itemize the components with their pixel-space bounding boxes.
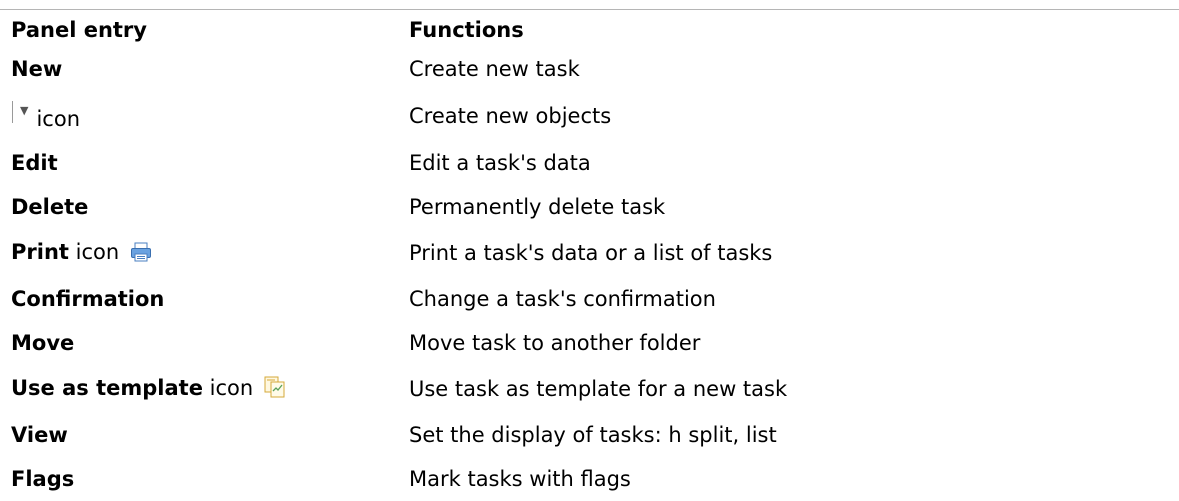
- entry-suffix: icon: [75, 239, 120, 264]
- entry-function: Use task as template for a new task: [409, 377, 788, 401]
- entry-name-cell: ▼ icon: [11, 91, 409, 141]
- entry-function: Mark tasks with flags: [409, 467, 631, 491]
- entry-name-cell: Use as template icon: [11, 365, 409, 413]
- entry-name: Delete: [11, 195, 89, 219]
- panel-entries-table: Panel entry Functions New Create new tas…: [11, 12, 1169, 501]
- header-panel-entry: Panel entry: [11, 18, 147, 42]
- entry-suffix: icon: [36, 107, 81, 131]
- entry-function: Set the display of tasks: h split, list: [409, 423, 777, 447]
- header-functions: Functions: [409, 18, 524, 42]
- table-row: Delete Permanently delete task: [11, 185, 1169, 229]
- table-row: Flags Mark tasks with flags: [11, 457, 1169, 501]
- entry-name: Print: [11, 239, 69, 264]
- entry-name: Flags: [11, 467, 75, 491]
- table-row: ▼ icon Create new objects: [11, 91, 1169, 141]
- entry-name: New: [11, 57, 63, 81]
- entry-name: Edit: [11, 151, 58, 175]
- entry-function: Change a task's confirmation: [409, 287, 716, 311]
- printer-icon: [130, 242, 152, 267]
- entry-name: Move: [11, 331, 75, 355]
- entry-name: Confirmation: [11, 287, 165, 311]
- table-row: Confirmation Change a task's confirmatio…: [11, 277, 1169, 321]
- table-row: Print icon Print a task's data or a list…: [11, 229, 1169, 277]
- table-row: Edit Edit a task's data: [11, 141, 1169, 185]
- table-row: New Create new task: [11, 47, 1169, 91]
- table-row: View Set the display of tasks: h split, …: [11, 413, 1169, 457]
- entry-name: View: [11, 423, 68, 447]
- table-row: Use as template icon Use task as templat…: [11, 365, 1169, 413]
- template-icon: [264, 376, 286, 403]
- entry-name-cell: Print icon: [11, 229, 409, 277]
- separator-icon: [12, 101, 13, 123]
- entry-function: Edit a task's data: [409, 151, 591, 175]
- entry-function: Permanently delete task: [409, 195, 666, 219]
- entry-suffix: icon: [209, 375, 254, 400]
- table-header-row: Panel entry Functions: [11, 12, 1169, 47]
- entry-function: Create new task: [409, 57, 580, 81]
- entry-name: Use as template: [11, 375, 203, 400]
- entry-function: Print a task's data or a list of tasks: [409, 241, 773, 265]
- entry-function: Create new objects: [409, 104, 612, 128]
- table-row: Move Move task to another folder: [11, 321, 1169, 365]
- entry-function: Move task to another folder: [409, 331, 701, 355]
- top-rule: [0, 9, 1179, 10]
- dropdown-arrow-icon: ▼: [20, 104, 29, 117]
